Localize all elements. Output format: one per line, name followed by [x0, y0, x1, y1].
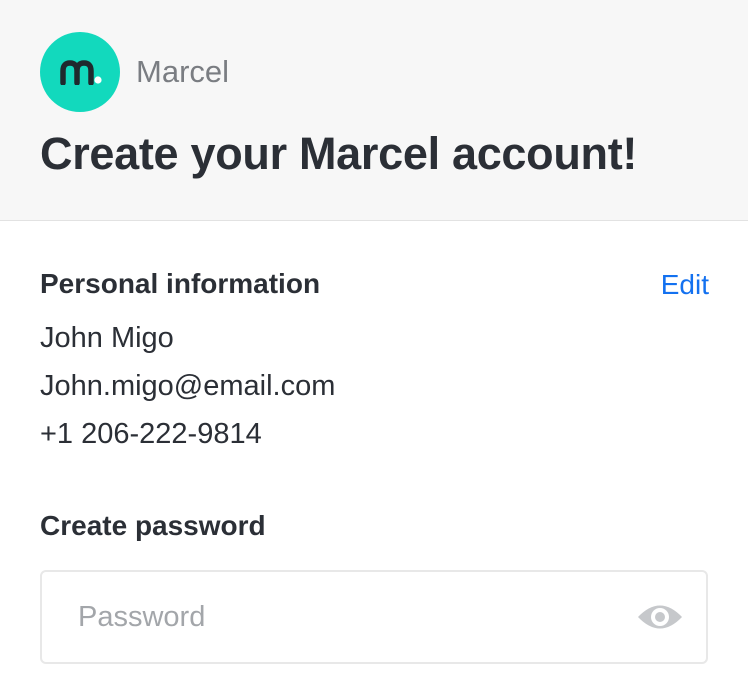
user-phone: +1 206-222-9814 [40, 418, 262, 450]
marcel-logo-icon [40, 32, 120, 112]
user-name: John Migo [40, 322, 174, 354]
personal-info-heading: Personal information [40, 268, 321, 299]
password-field [40, 570, 708, 664]
user-email: John.migo@email.com [40, 370, 336, 402]
edit-link[interactable]: Edit [661, 269, 709, 301]
brand: Marcel [40, 32, 229, 112]
eye-icon[interactable] [636, 598, 684, 636]
brand-name: Marcel [136, 54, 230, 89]
page-header: Marcel Create your Marcel account! [0, 0, 748, 221]
page-title: Create your Marcel account! [40, 128, 638, 179]
create-password-heading: Create password [40, 510, 266, 541]
password-input[interactable] [78, 572, 638, 662]
